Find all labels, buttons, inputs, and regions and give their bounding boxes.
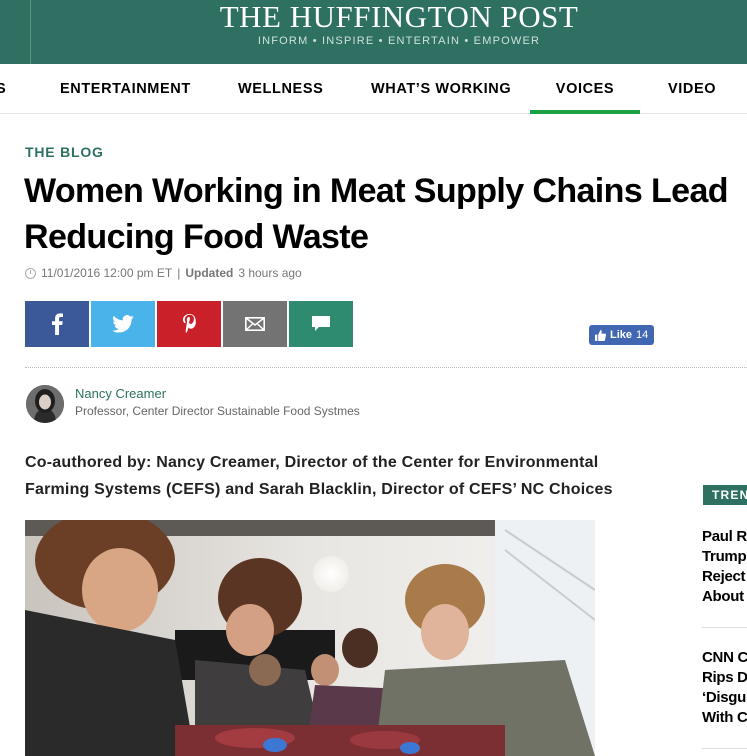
publish-date: 11/01/2016 12:00 pm ET	[41, 266, 173, 280]
headline-line-1: Women Working in Meat Supply Chains Lead	[24, 172, 729, 210]
site-tagline: INFORM • INSPIRE • ENTERTAIN • EMPOWER	[257, 35, 541, 47]
share-facebook-button[interactable]	[25, 301, 89, 347]
nav-item-entertainment[interactable]: ENTERTAINMENT	[60, 64, 191, 114]
share-pinterest-button[interactable]	[157, 301, 221, 347]
trending-story-1-line: Paul R	[702, 528, 747, 545]
trending-story-2-line: Rips D	[702, 669, 747, 686]
facebook-icon	[52, 313, 63, 335]
author-photo	[26, 385, 64, 423]
author-name[interactable]: Nancy Creamer	[75, 386, 166, 401]
author-title: Professor, Center Director Sustainable F…	[75, 404, 360, 418]
article-intro: Co-authored by: Nancy Creamer, Director …	[25, 449, 685, 503]
trending-story-2-line: ‘Disgu	[702, 689, 747, 706]
pinterest-icon	[183, 314, 196, 334]
facebook-like-button[interactable]: Like 14	[589, 325, 655, 345]
share-twitter-button[interactable]	[91, 301, 155, 347]
trending-divider	[702, 748, 747, 749]
trending-story-1[interactable]: Paul R Trump Reject About	[702, 527, 747, 607]
intro-line-2: Farming Systems (CEFS) and Sarah Blackli…	[25, 481, 613, 498]
nav-item-voices[interactable]: VOICES	[530, 64, 640, 114]
site-header: THE HUFFINGTON POST INFORM • INSPIRE • E…	[0, 0, 747, 64]
section-label[interactable]: THE BLOG	[25, 144, 104, 160]
article-photo	[25, 520, 595, 756]
nav-item-whats-working[interactable]: WHAT’S WORKING	[371, 64, 511, 114]
nav-item-video[interactable]: VIDEO	[668, 64, 716, 114]
like-count: 14	[636, 329, 649, 341]
workshop-photo-illustration	[25, 520, 595, 756]
share-email-button[interactable]	[223, 301, 287, 347]
nav-item-partial[interactable]: S	[0, 64, 6, 114]
trending-story-1-line: Trump	[702, 548, 747, 565]
trending-divider	[702, 627, 747, 628]
trending-story-2-line: With C	[702, 709, 747, 726]
article-timestamp: 11/01/2016 12:00 pm ET | Updated 3 hours…	[25, 266, 302, 280]
trending-story-1-line: Reject	[702, 568, 746, 585]
updated-value: 3 hours ago	[238, 266, 302, 280]
nav-item-wellness[interactable]: WELLNESS	[238, 64, 323, 114]
comment-icon	[312, 316, 330, 331]
share-bar	[25, 301, 353, 347]
trending-story-1-line: About	[702, 588, 744, 605]
email-icon	[245, 317, 265, 331]
trending-label: TRENDING	[703, 485, 747, 505]
site-logo[interactable]: THE HUFFINGTON POST	[0, 0, 747, 34]
timestamp-separator: |	[177, 266, 181, 280]
share-comment-button[interactable]	[289, 301, 353, 347]
trending-story-2-line: CNN C	[702, 649, 747, 666]
intro-line-1: Co-authored by: Nancy Creamer, Director …	[25, 454, 599, 471]
updated-label: Updated	[185, 266, 234, 280]
byline-divider	[25, 367, 747, 368]
clock-icon	[25, 267, 36, 279]
twitter-icon	[112, 315, 134, 333]
like-label: Like	[610, 329, 633, 341]
article-headline: Women Working in Meat Supply Chains Lead…	[24, 168, 747, 260]
thumbs-up-icon	[595, 329, 606, 341]
headline-line-2: Reducing Food Waste	[24, 218, 369, 256]
trending-story-2[interactable]: CNN C Rips D ‘Disgu With C	[702, 648, 747, 728]
author-avatar[interactable]	[26, 385, 64, 423]
section-nav: S ENTERTAINMENT WELLNESS WHAT’S WORKING …	[0, 64, 747, 114]
